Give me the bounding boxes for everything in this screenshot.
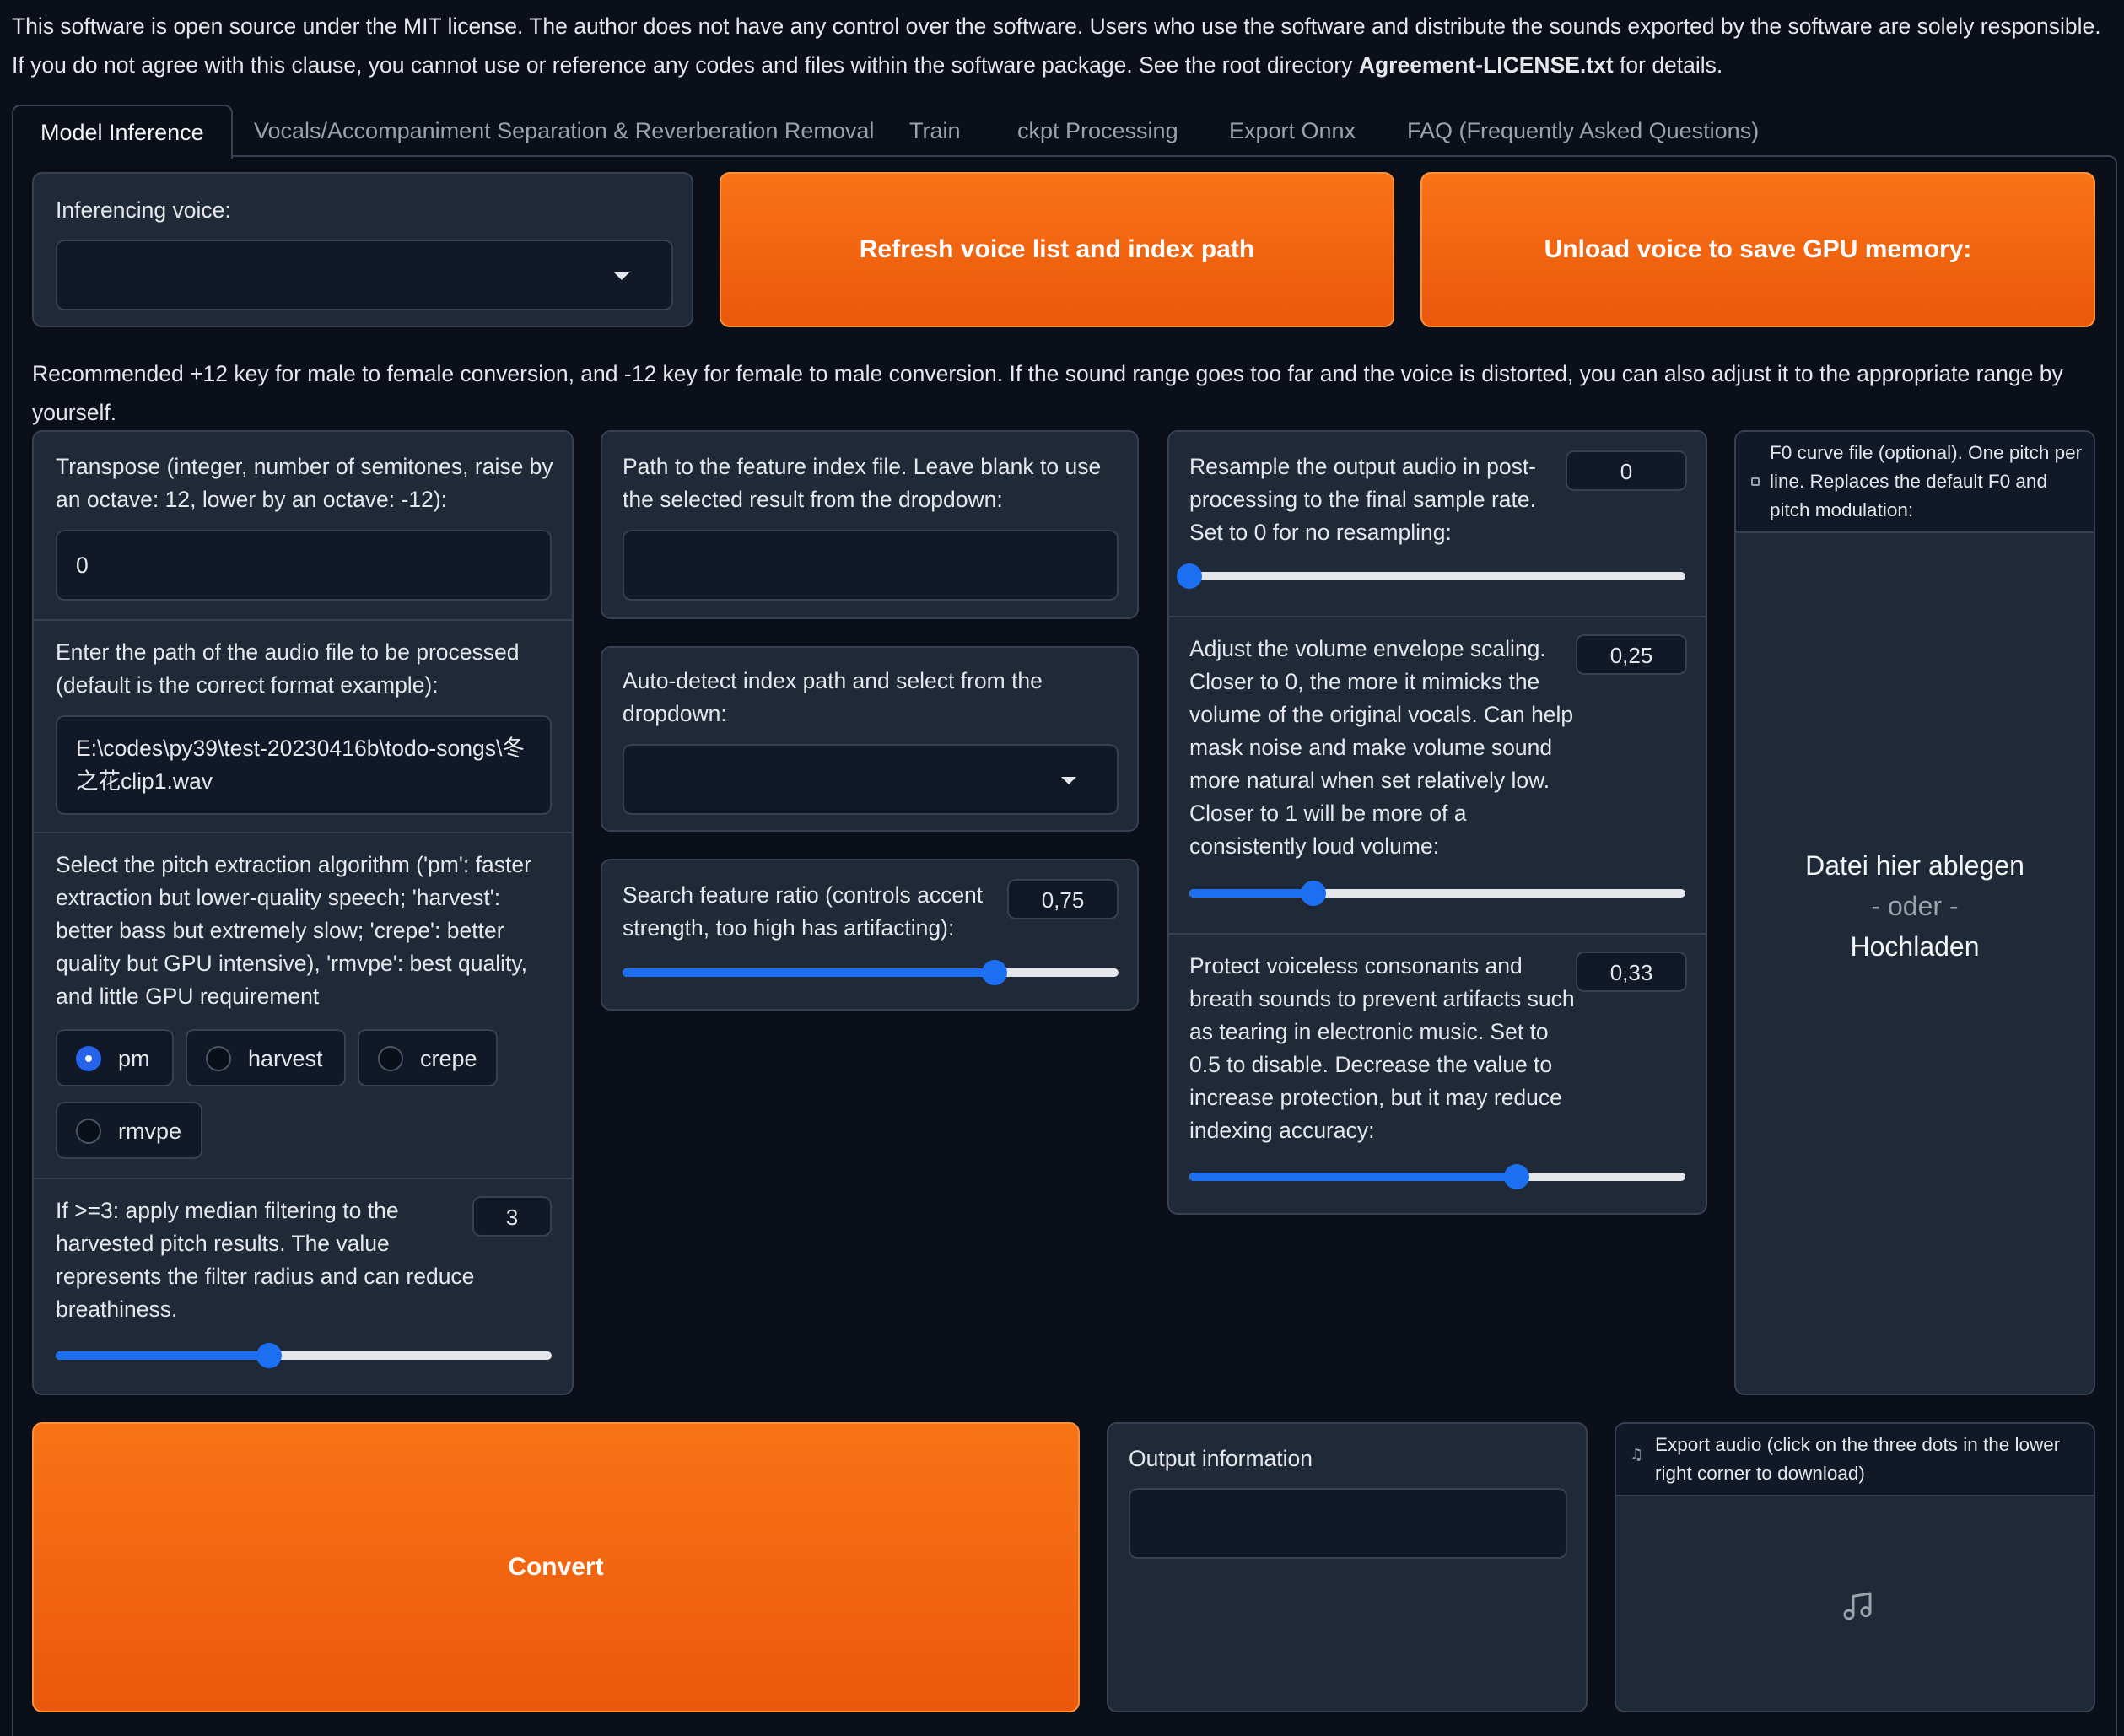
license-notice-line1: This software is open source under the M… bbox=[12, 13, 2101, 39]
median-filter-input[interactable]: 3 bbox=[472, 1196, 552, 1237]
transpose-recommendation: Recommended +12 key for male to female c… bbox=[32, 361, 2063, 425]
tab-export-onnx[interactable]: Export Onnx bbox=[1229, 105, 1356, 157]
license-file-name: Agreement-LICENSE.txt bbox=[1358, 52, 1614, 78]
slider-thumb[interactable] bbox=[1504, 1164, 1530, 1189]
search-ratio-block: Search feature ratio (controls accent st… bbox=[601, 859, 1139, 1011]
index-path-input[interactable] bbox=[623, 530, 1119, 601]
tab-model-inference[interactable]: Model Inference bbox=[12, 105, 233, 159]
pitch-algorithm-label: Select the pitch extraction algorithm ('… bbox=[56, 852, 531, 1009]
export-audio-header: ♫ Export audio (click on the three dots … bbox=[1616, 1424, 2094, 1496]
radio-dot bbox=[76, 1046, 101, 1071]
f0-file-label: F0 curve file (optional). One pitch per … bbox=[1770, 442, 2083, 520]
chevron-down-icon bbox=[1061, 777, 1076, 784]
resample-label: Resample the output audio in post-proces… bbox=[1189, 454, 1537, 545]
refresh-voice-button[interactable]: Refresh voice list and index path bbox=[720, 172, 1394, 327]
search-ratio-label: Search feature ratio (controls accent st… bbox=[623, 882, 984, 941]
auto-index-block: Auto-detect index path and select from t… bbox=[601, 646, 1139, 832]
radio-harvest[interactable]: harvest bbox=[186, 1029, 346, 1086]
slider-thumb[interactable] bbox=[1301, 881, 1326, 906]
output-info-label: Output information bbox=[1129, 1446, 1313, 1471]
search-ratio-input[interactable]: 0,75 bbox=[1007, 879, 1119, 919]
median-filter-slider[interactable] bbox=[56, 1343, 552, 1368]
slider-thumb[interactable] bbox=[1177, 563, 1202, 589]
auto-index-dropdown[interactable] bbox=[623, 744, 1119, 815]
voice-select-block: Inferencing voice: bbox=[32, 172, 693, 327]
volume-envelope-label: Adjust the volume envelope scaling. Clos… bbox=[1189, 636, 1574, 859]
output-info-block: Output information bbox=[1107, 1422, 1588, 1712]
radio-rmvpe[interactable]: rmvpe bbox=[56, 1102, 202, 1159]
tab-train[interactable]: Train bbox=[909, 105, 961, 157]
tab-vocal-separation[interactable]: Vocals/Accompaniment Separation & Reverb… bbox=[254, 105, 874, 157]
unload-voice-button[interactable]: Unload voice to save GPU memory: bbox=[1420, 172, 2095, 327]
transpose-label: Transpose (integer, number of semitones,… bbox=[56, 454, 553, 512]
voice-dropdown[interactable] bbox=[56, 240, 673, 310]
audio-path-label: Enter the path of the audio file to be p… bbox=[56, 639, 520, 698]
audio-path-input[interactable]: E:\codes\py39\test-20230416b\todo-songs\… bbox=[56, 715, 552, 815]
f0-file-upload[interactable]: F0 curve file (optional). One pitch per … bbox=[1734, 430, 2095, 1395]
license-notice: This software is open source under the M… bbox=[12, 7, 2112, 84]
music-note-icon: ♫ bbox=[1630, 1446, 1644, 1464]
radio-dot bbox=[378, 1046, 403, 1071]
radio-dot bbox=[206, 1046, 231, 1071]
music-note-icon bbox=[1843, 1592, 1872, 1620]
export-audio-label: Export audio (click on the three dots in… bbox=[1655, 1434, 2061, 1484]
protect-input[interactable]: 0,33 bbox=[1576, 952, 1687, 992]
inference-params-column-3: Resample the output audio in post-proces… bbox=[1167, 430, 1707, 1215]
index-path-block: Path to the feature index file. Leave bl… bbox=[601, 430, 1139, 619]
protect-label: Protect voiceless consonants and breath … bbox=[1189, 953, 1575, 1143]
median-filter-label: If >=3: apply median filtering to the ha… bbox=[56, 1198, 475, 1322]
file-icon bbox=[1751, 477, 1760, 486]
transpose-input[interactable]: 0 bbox=[56, 530, 552, 601]
tab-bar: Model Inference Vocals/Accompaniment Sep… bbox=[12, 105, 2117, 159]
chevron-down-icon bbox=[614, 272, 629, 280]
voice-select-label: Inferencing voice: bbox=[56, 197, 231, 223]
convert-button[interactable]: Convert bbox=[32, 1422, 1080, 1712]
export-audio-block: ♫ Export audio (click on the three dots … bbox=[1615, 1422, 2095, 1712]
tab-ckpt-processing[interactable]: ckpt Processing bbox=[1017, 105, 1178, 157]
license-notice-line2: If you do not agree with this clause, yo… bbox=[12, 52, 1723, 78]
slider-thumb[interactable] bbox=[256, 1343, 282, 1368]
radio-dot bbox=[76, 1119, 101, 1144]
resample-input[interactable]: 0 bbox=[1566, 450, 1687, 491]
auto-index-label: Auto-detect index path and select from t… bbox=[623, 668, 1043, 726]
f0-file-header: F0 curve file (optional). One pitch per … bbox=[1736, 432, 2094, 533]
search-ratio-slider[interactable] bbox=[623, 960, 1119, 985]
slider-thumb[interactable] bbox=[982, 960, 1007, 985]
output-info-textbox[interactable] bbox=[1129, 1488, 1567, 1559]
tab-faq[interactable]: FAQ (Frequently Asked Questions) bbox=[1407, 105, 1759, 157]
index-path-label: Path to the feature index file. Leave bl… bbox=[623, 454, 1102, 512]
resample-slider[interactable] bbox=[1177, 563, 1685, 589]
upload-link[interactable]: Hochladen bbox=[1736, 926, 2094, 967]
radio-pm[interactable]: pm bbox=[56, 1029, 174, 1086]
radio-crepe[interactable]: crepe bbox=[358, 1029, 498, 1086]
volume-envelope-slider[interactable] bbox=[1189, 881, 1685, 906]
inference-params-column-1: Transpose (integer, number of semitones,… bbox=[32, 430, 574, 1395]
protect-slider[interactable] bbox=[1189, 1164, 1685, 1189]
volume-envelope-input[interactable]: 0,25 bbox=[1576, 634, 1687, 675]
